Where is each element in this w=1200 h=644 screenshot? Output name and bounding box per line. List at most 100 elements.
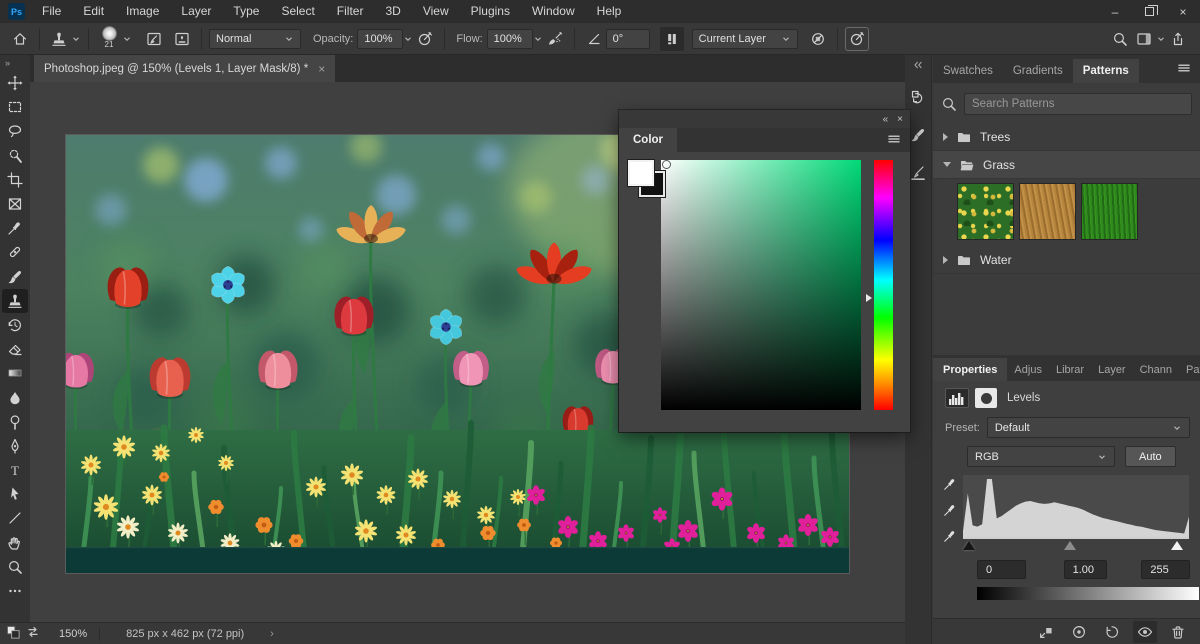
restore-button[interactable] [1132, 0, 1166, 23]
tool-edit-toolbar[interactable] [2, 579, 28, 603]
black-input-slider[interactable] [963, 541, 975, 550]
mini-color-swatches-icon[interactable] [6, 625, 21, 643]
chevron-right-icon[interactable] [943, 133, 948, 141]
menu-help[interactable]: Help [586, 0, 633, 23]
blend-mode-select[interactable]: Normal [209, 29, 301, 49]
aligned-toggle-icon[interactable] [660, 27, 684, 51]
flow-input[interactable]: 100% [487, 29, 533, 49]
tool-blur[interactable] [2, 385, 28, 409]
document-tab-close-icon[interactable]: × [318, 62, 325, 76]
tool-move[interactable] [2, 71, 28, 95]
pattern-thumbnail-dry-grass[interactable] [1019, 183, 1076, 240]
reset-adjustment-icon[interactable] [1100, 621, 1124, 643]
tool-preset-chevron-icon[interactable] [71, 34, 81, 44]
brush-preset-picker[interactable]: 21 [96, 26, 122, 52]
tool-pen[interactable] [2, 434, 28, 458]
tool-hand[interactable] [2, 531, 28, 555]
tab-paths[interactable]: Paths [1179, 358, 1200, 381]
tool-eyedropper[interactable] [2, 216, 28, 240]
levels-adjustment-icon[interactable] [945, 388, 969, 408]
tool-dodge[interactable] [2, 410, 28, 434]
tool-clone-stamp[interactable] [2, 289, 28, 313]
tool-gradient[interactable] [2, 361, 28, 385]
tool-type[interactable]: T [2, 458, 28, 482]
tool-brush[interactable] [2, 265, 28, 289]
tool-line[interactable] [2, 506, 28, 530]
tool-rectangular-marquee[interactable] [2, 95, 28, 119]
hue-slider[interactable] [874, 160, 893, 410]
tool-preset-stamp-icon[interactable] [47, 27, 71, 51]
auto-button[interactable]: Auto [1125, 446, 1176, 467]
close-panel-icon[interactable]: × [897, 114, 902, 125]
ignore-adjustment-layers-icon[interactable] [806, 27, 830, 51]
search-icon[interactable] [1108, 27, 1132, 51]
history-panel-icon[interactable] [906, 85, 930, 109]
opacity-input[interactable]: 100% [357, 29, 403, 49]
close-button[interactable]: × [1166, 0, 1200, 23]
panel-menu-icon[interactable] [886, 131, 902, 150]
gray-point-eyedropper-icon[interactable] [943, 503, 957, 520]
pattern-group-grass[interactable]: Grass [933, 151, 1200, 179]
tab-color[interactable]: Color [619, 128, 677, 152]
tab-adjus[interactable]: Adjus [1007, 358, 1049, 381]
menu-window[interactable]: Window [521, 0, 586, 23]
swap-colors-icon[interactable] [25, 624, 41, 643]
menu-type[interactable]: Type [222, 0, 270, 23]
status-options-chevron-icon[interactable]: › [270, 628, 274, 640]
white-input-value[interactable]: 255 [1141, 560, 1190, 579]
minimize-button[interactable]: – [1098, 0, 1132, 23]
toggle-visibility-icon[interactable] [1133, 621, 1157, 643]
tool-history-brush[interactable] [2, 313, 28, 337]
opacity-chevron-icon[interactable] [403, 34, 413, 44]
tab-chann[interactable]: Chann [1133, 358, 1179, 381]
white-input-slider[interactable] [1171, 541, 1183, 550]
layer-mask-icon[interactable] [975, 388, 997, 408]
brush-settings-panel-icon[interactable] [142, 27, 166, 51]
channel-select[interactable]: RGB [967, 446, 1115, 467]
menu-3d[interactable]: 3D [374, 0, 411, 23]
menu-filter[interactable]: Filter [326, 0, 375, 23]
menu-view[interactable]: View [412, 0, 460, 23]
tab-properties[interactable]: Properties [933, 358, 1007, 381]
delete-adjustment-icon[interactable] [1166, 621, 1190, 643]
clip-to-layer-icon[interactable] [1034, 621, 1058, 643]
tool-quick-selection[interactable] [2, 144, 28, 168]
search-patterns-input[interactable] [964, 93, 1192, 115]
document-tab[interactable]: Photoshop.jpeg @ 150% (Levels 1, Layer M… [34, 55, 335, 82]
pattern-thumbnail-grass-with-flowers[interactable] [957, 183, 1014, 240]
chevron-down-icon[interactable] [943, 162, 951, 167]
foreground-color-swatch[interactable] [628, 160, 654, 186]
tool-eraser[interactable] [2, 337, 28, 361]
chevron-right-icon[interactable] [943, 256, 948, 264]
flow-chevron-icon[interactable] [533, 34, 543, 44]
output-levels-gradient[interactable] [977, 587, 1199, 600]
clone-source-panel-icon[interactable] [170, 27, 194, 51]
angle-input[interactable]: 0° [606, 29, 650, 49]
black-input-value[interactable]: 0 [977, 560, 1026, 579]
toolbar-collapse-icon[interactable]: » [0, 55, 30, 71]
preset-select[interactable]: Default [987, 417, 1190, 438]
menu-image[interactable]: Image [115, 0, 170, 23]
sample-select[interactable]: Current Layer [692, 29, 798, 49]
menu-select[interactable]: Select [270, 0, 325, 23]
saturation-brightness-field[interactable] [661, 160, 861, 410]
tab-patterns[interactable]: Patterns [1073, 59, 1139, 83]
brush-picker-chevron-icon[interactable] [122, 34, 132, 44]
tool-crop[interactable] [2, 168, 28, 192]
zoom-level-field[interactable]: 150% [47, 628, 99, 640]
tab-gradients[interactable]: Gradients [1003, 59, 1073, 83]
patterns-panel-menu-icon[interactable] [1176, 60, 1192, 79]
tab-librar[interactable]: Librar [1049, 358, 1091, 381]
menu-plugins[interactable]: Plugins [460, 0, 521, 23]
black-point-eyedropper-icon[interactable] [943, 477, 957, 494]
menu-file[interactable]: File [31, 0, 72, 23]
pressure-size-icon[interactable] [845, 27, 869, 51]
tool-zoom[interactable] [2, 555, 28, 579]
menu-layer[interactable]: Layer [170, 0, 222, 23]
white-point-eyedropper-icon[interactable] [943, 529, 957, 546]
share-icon[interactable] [1166, 27, 1190, 51]
gamma-input-value[interactable]: 1.00 [1064, 560, 1108, 579]
expand-dock-icon[interactable] [912, 59, 924, 71]
home-icon[interactable] [8, 27, 32, 51]
color-picker-ring[interactable] [662, 160, 671, 169]
